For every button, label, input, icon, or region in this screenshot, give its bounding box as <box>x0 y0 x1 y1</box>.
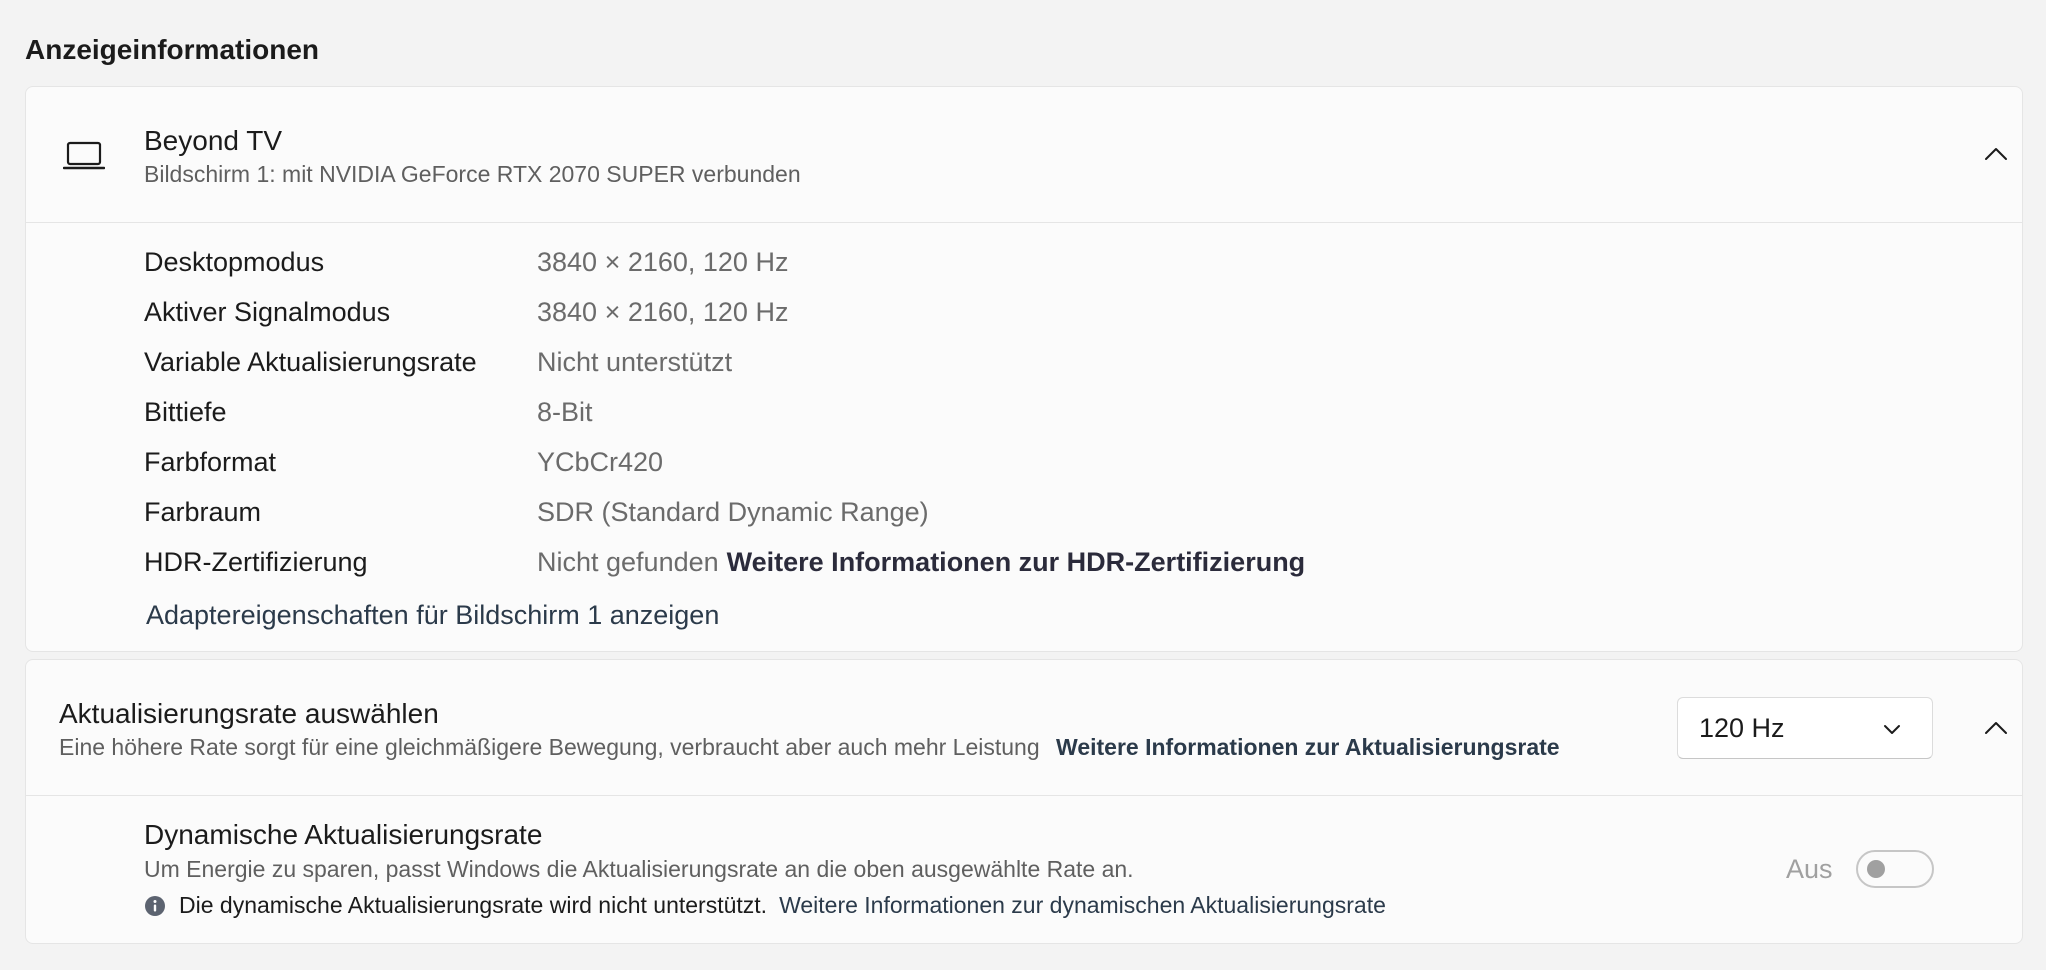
section-title: Anzeigeinformationen <box>25 34 320 65</box>
dynamic-refresh-subtitle: Um Energie zu sparen, passt Windows die … <box>144 856 1134 882</box>
chevron-up-icon <box>1985 722 2007 734</box>
info-label: Aktiver Signalmodus <box>144 296 391 327</box>
info-value: 3840 × 2160, 120 Hz <box>537 246 789 277</box>
info-label: Variable Aktualisierungsrate <box>144 346 477 377</box>
info-value: 8-Bit <box>537 396 593 427</box>
laptop-icon <box>63 141 105 170</box>
hdr-certification-link[interactable]: Weitere Informationen zur HDR-Zertifizie… <box>727 547 1306 578</box>
refresh-rate-selected-value: 120 Hz <box>1699 713 1785 743</box>
display-info-card: Beyond TV Bildschirm 1: mit NVIDIA GeFor… <box>25 86 2023 652</box>
info-row-active-signal-mode: Aktiver Signalmodus 3840 × 2160, 120 Hz <box>144 292 788 332</box>
info-value: Nicht unterstützt <box>537 346 733 377</box>
info-row-bit-depth: Bittiefe 8-Bit <box>144 392 593 432</box>
chevron-down-icon <box>1884 725 1900 734</box>
info-value: Nicht gefunden <box>537 546 719 577</box>
info-value: YCbCr420 <box>537 446 664 477</box>
info-row-color-space: Farbraum SDR (Standard Dynamic Range) <box>144 492 929 532</box>
dynamic-refresh-info-link[interactable]: Weitere Informationen zur dynamischen Ak… <box>779 892 1386 919</box>
refresh-rate-title: Aktualisierungsrate auswählen <box>59 698 439 729</box>
collapse-refresh-button[interactable] <box>1976 708 2016 748</box>
dynamic-refresh-note-text: Die dynamische Aktualisierungsrate wird … <box>179 892 768 918</box>
info-icon <box>145 895 165 916</box>
info-row-desktop-mode: Desktopmodus 3840 × 2160, 120 Hz <box>144 242 788 282</box>
divider <box>26 222 2022 223</box>
divider <box>26 795 2022 796</box>
dynamic-refresh-note: Die dynamische Aktualisierungsrate wird … <box>144 892 1386 919</box>
info-value: SDR (Standard Dynamic Range) <box>537 496 929 527</box>
chevron-up-icon <box>1985 148 2007 160</box>
refresh-rate-subtitle: Eine höhere Rate sorgt für eine gleichmä… <box>59 734 1560 761</box>
dynamic-refresh-toggle[interactable] <box>1856 850 1934 888</box>
refresh-rate-select[interactable]: 120 Hz <box>1677 697 1933 759</box>
refresh-rate-description: Eine höhere Rate sorgt für eine gleichmä… <box>59 734 1040 760</box>
info-label: Desktopmodus <box>144 246 325 277</box>
toggle-state-label: Aus <box>1786 854 1833 884</box>
info-row-color-format: Farbformat YCbCr420 <box>144 442 663 482</box>
info-row-hdr-certification: HDR-Zertifizierung Nicht gefunden Weiter… <box>144 542 1305 582</box>
info-label: Farbformat <box>144 446 277 477</box>
display-name: Beyond TV <box>144 125 283 156</box>
dynamic-refresh-title: Dynamische Aktualisierungsrate <box>144 819 543 850</box>
info-value: 3840 × 2160, 120 Hz <box>537 296 789 327</box>
toggle-knob <box>1867 860 1885 878</box>
info-row-variable-refresh-rate: Variable Aktualisierungsrate Nicht unter… <box>144 342 732 382</box>
info-label: Bittiefe <box>144 396 227 427</box>
refresh-rate-info-link[interactable]: Weitere Informationen zur Aktualisierung… <box>1056 734 1560 760</box>
collapse-display-button[interactable] <box>1976 134 2016 174</box>
info-label: HDR-Zertifizierung <box>144 546 368 577</box>
adapter-properties-link[interactable]: Adaptereigenschaften für Bildschirm 1 an… <box>146 600 719 631</box>
refresh-rate-card: Aktualisierungsrate auswählen Eine höher… <box>25 659 2023 944</box>
info-label: Farbraum <box>144 496 262 527</box>
display-subtitle: Bildschirm 1: mit NVIDIA GeForce RTX 207… <box>144 161 801 187</box>
